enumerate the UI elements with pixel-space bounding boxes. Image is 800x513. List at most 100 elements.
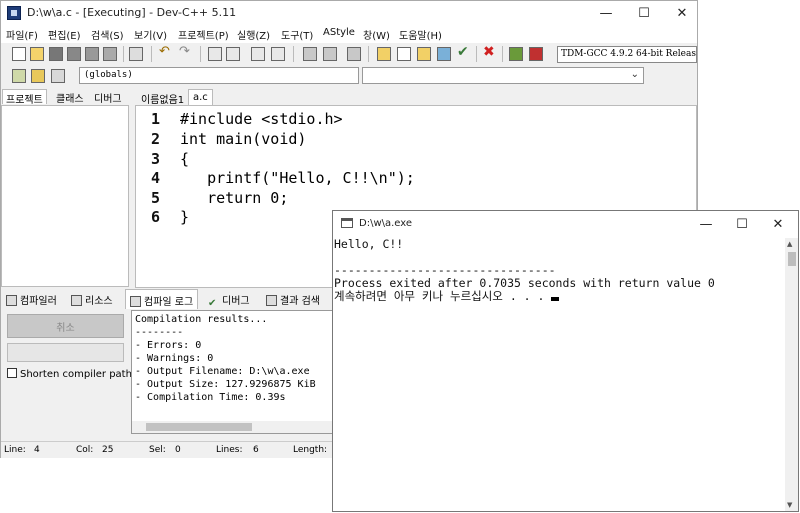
menu-file[interactable]: 파일(F) (6, 27, 38, 42)
undo-icon[interactable]: ↶ (159, 44, 173, 59)
menu-search[interactable]: 검색(S) (91, 27, 124, 42)
compile-run-check-icon[interactable]: ✔ (457, 44, 471, 60)
print-icon[interactable] (129, 47, 143, 61)
code-line[interactable]: { (180, 150, 189, 168)
menu-window[interactable]: 창(W) (363, 27, 390, 42)
close-file-icon[interactable] (85, 47, 99, 61)
status-col-value: 25 (102, 445, 114, 455)
tab-resources-label: 리소스 (85, 296, 113, 307)
code-line[interactable]: return 0; (180, 189, 288, 207)
menu-help[interactable]: 도움말(H) (399, 27, 442, 42)
class-toolbar: (globals) ⌄ (1, 65, 697, 87)
indent-right-icon[interactable] (323, 47, 337, 61)
open-file-icon[interactable] (30, 47, 44, 61)
compile-log-output[interactable]: Compilation results... -------- - Errors… (131, 310, 334, 434)
tab-compiler-label: 컴파일러 (20, 296, 57, 307)
log-horizontal-scrollbar[interactable] (132, 421, 333, 433)
status-col-label: Col: (76, 445, 94, 455)
devcpp-window-title: D:\w\a.c - [Executing] - Dev-C++ 5.11 (27, 6, 237, 19)
tab-untitled1[interactable]: 이름없음1 (137, 89, 188, 106)
console-vertical-scrollbar[interactable]: ▲ ▼ (785, 238, 798, 511)
profile-chart-icon[interactable] (509, 47, 523, 61)
tab-classes[interactable]: 클래스 (53, 89, 87, 105)
stop-icon[interactable]: ✖ (483, 44, 497, 60)
console-close-button[interactable]: ✕ (755, 211, 800, 238)
scrollbar-thumb[interactable] (146, 423, 252, 431)
close-all-icon[interactable] (103, 47, 117, 61)
toggle-icon[interactable] (51, 69, 65, 83)
tab-a-c[interactable]: a.c (188, 89, 213, 105)
goto-line-icon[interactable] (251, 47, 265, 61)
redo-icon[interactable]: ↷ (179, 44, 193, 59)
tab-find-results[interactable]: 결과 검색 (262, 289, 324, 309)
status-lines-label: Lines: (216, 445, 243, 455)
tab-debug-bottom[interactable]: ✔ 디버그 (204, 289, 254, 309)
status-line-value: 4 (34, 445, 40, 455)
bookmark-icon[interactable] (347, 47, 361, 61)
tab-compiler[interactable]: 컴파일러 (2, 289, 61, 309)
toolbar-separator (293, 46, 294, 62)
code-line[interactable]: int main(void) (180, 130, 306, 148)
abort-compilation-button[interactable]: 취소 (7, 314, 124, 338)
tab-debug-label: 디버그 (222, 296, 250, 307)
full-screen-icon[interactable] (397, 47, 411, 61)
code-line[interactable]: } (180, 208, 189, 226)
tab-compile-log[interactable]: 컴파일 로그 (125, 289, 199, 309)
find-icon[interactable] (208, 47, 222, 61)
log-line: -------- (135, 327, 184, 338)
tab-project[interactable]: 프로젝트 (2, 89, 47, 106)
scrollbar-thumb[interactable] (788, 252, 796, 266)
save-icon[interactable] (49, 47, 63, 61)
scroll-down-icon[interactable]: ▼ (787, 501, 792, 509)
toolbar-separator (368, 46, 369, 62)
line-number: 2 (150, 130, 160, 148)
scope-select[interactable]: (globals) (79, 67, 359, 84)
menu-astyle[interactable]: AStyle (323, 27, 355, 38)
shorten-paths-option[interactable]: Shorten compiler paths (7, 368, 137, 380)
line-number-gutter: 1 2 3 4 5 6 (136, 106, 172, 287)
insert-icon[interactable] (31, 69, 45, 83)
save-all-icon[interactable] (67, 47, 81, 61)
line-number: 4 (150, 169, 160, 187)
status-sel-label: Sel: (149, 445, 166, 455)
toolbar-separator (151, 46, 152, 62)
tab-compile-log-label: 컴파일 로그 (144, 297, 194, 308)
devcpp-titlebar[interactable]: D:\w\a.c - [Executing] - Dev-C++ 5.11 — … (1, 1, 697, 25)
menu-edit[interactable]: 편집(E) (48, 27, 81, 42)
compile-icon[interactable] (417, 47, 431, 61)
indent-left-icon[interactable] (303, 47, 317, 61)
menu-project[interactable]: 프로젝트(P) (178, 27, 229, 42)
member-select[interactable]: ⌄ (362, 67, 644, 84)
close-button[interactable]: ✕ (659, 1, 705, 25)
code-line[interactable]: printf("Hello, C!!\n"); (180, 169, 415, 187)
console-titlebar[interactable]: D:\w\a.exe — ☐ ✕ (333, 211, 798, 238)
log-line: - Warnings: 0 (135, 353, 214, 364)
menu-tools[interactable]: 도구(T) (281, 27, 313, 42)
status-length-label: Length: (293, 445, 328, 455)
scroll-up-icon[interactable]: ▲ (787, 240, 792, 248)
tile-windows-icon[interactable] (377, 47, 391, 61)
shorten-paths-checkbox[interactable] (7, 368, 17, 378)
log-line: - Output Filename: D:\w\a.exe (135, 366, 310, 377)
compiler-select[interactable]: TDM-GCC 4.9.2 64-bit Release (557, 46, 697, 63)
code-line[interactable]: #include <stdio.h> (180, 110, 343, 128)
resource-icon (71, 295, 82, 306)
run-icon[interactable] (437, 47, 451, 61)
main-toolbar: ↶ ↷ ✔ ✖ TDM-GCC 4.9.2 64-bit Release (1, 43, 697, 65)
console-output[interactable]: Hello, C!! -----------------------------… (333, 238, 785, 511)
status-line-label: Line: (4, 445, 26, 455)
new-class-icon[interactable] (12, 69, 26, 83)
project-browser[interactable] (1, 105, 129, 287)
debug-icon[interactable] (529, 47, 543, 61)
goto-function-icon[interactable] (271, 47, 285, 61)
toolbar-separator (476, 46, 477, 62)
menu-view[interactable]: 보기(V) (134, 27, 167, 42)
new-file-icon[interactable] (12, 47, 26, 61)
log-icon (130, 296, 141, 307)
replace-icon[interactable] (226, 47, 240, 61)
tab-debug[interactable]: 디버그 (91, 89, 125, 105)
menu-execute[interactable]: 실행(Z) (237, 27, 270, 42)
line-number: 6 (150, 208, 160, 226)
log-line: - Compilation Time: 0.39s (135, 392, 286, 403)
tab-resources[interactable]: 리소스 (67, 289, 117, 309)
